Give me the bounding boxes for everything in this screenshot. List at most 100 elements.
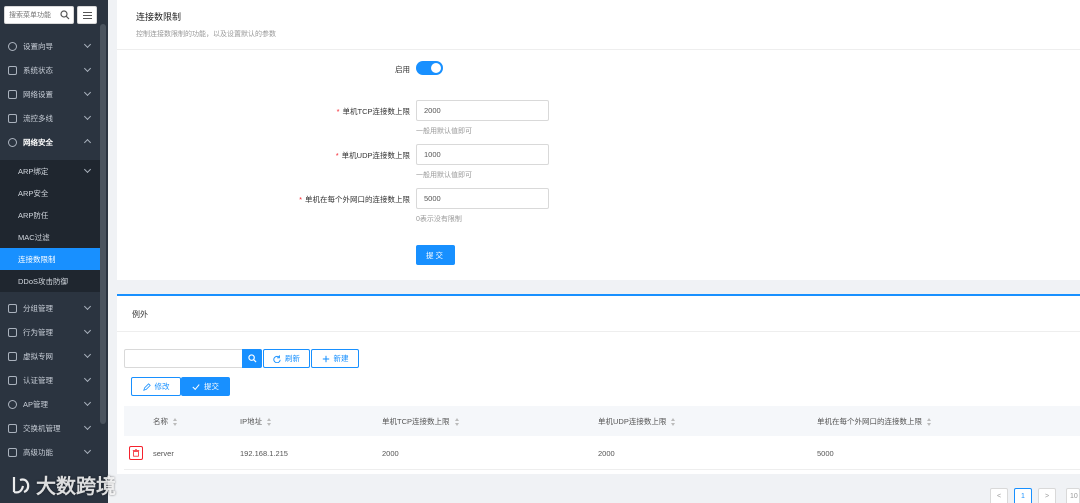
sort-icon[interactable] (267, 417, 272, 426)
sidebar-item-auth-management[interactable]: 认证管理 (0, 368, 100, 392)
enable-toggle[interactable] (416, 61, 443, 75)
table-row[interactable]: server 192.168.1.215 2000 2000 5000 (124, 438, 1080, 470)
sidebar-scrollbar[interactable] (100, 24, 106, 424)
sidebar-item-label: 虚拟专网 (23, 351, 53, 361)
edit-button[interactable]: 修改 (131, 377, 181, 396)
sidebar-item-label: 分组管理 (23, 303, 53, 313)
edit-label: 修改 (154, 382, 170, 391)
sort-icon[interactable] (173, 417, 177, 426)
column-header-label: 名称 (153, 417, 168, 426)
search-icon[interactable] (60, 10, 70, 20)
page-size-select[interactable]: 10 (1066, 488, 1080, 503)
wan-limit-label: * 单机在每个外网口的连接数上限 (150, 194, 410, 205)
sort-icon[interactable] (454, 417, 459, 426)
sidebar: 设置向导 系统状态 网络设置 流控多线 网络安全 ARP绑定 ARP安全 ARP… (0, 0, 108, 503)
wan-limit-input[interactable] (416, 188, 549, 209)
watermark-logo-icon (12, 476, 30, 493)
sidebar-item-vpn[interactable]: 虚拟专网 (0, 344, 100, 368)
sidebar-item-behavior-management[interactable]: 行为管理 (0, 320, 100, 344)
column-header-label: 单机在每个外网口的连接数上限 (817, 417, 922, 426)
chevron-down-icon (83, 326, 92, 335)
advanced-icon (8, 447, 17, 457)
search-button[interactable] (242, 349, 262, 368)
menu-toggle-button[interactable] (77, 6, 97, 24)
chevron-down-icon (83, 422, 92, 431)
udp-limit-hint: 一般用默认值即可 (416, 172, 472, 179)
menu-search-box[interactable] (4, 6, 74, 24)
exceptions-submit-label: 提交 (204, 382, 219, 391)
sidebar-item-setup-wizard[interactable]: 设置向导 (0, 34, 100, 58)
udp-limit-input[interactable] (416, 144, 549, 165)
exceptions-submit-button[interactable]: 提交 (181, 377, 230, 396)
column-header-wan[interactable]: 单机在每个外网口的连接数上限 (817, 416, 931, 427)
sort-icon[interactable] (927, 417, 931, 426)
page-1-button[interactable]: 1 (1014, 488, 1032, 503)
column-header-udp[interactable]: 单机UDP连接数上限 (598, 416, 676, 427)
udp-limit-label-text: 单机UDP连接数上限 (341, 151, 410, 160)
sidebar-item-ap-management[interactable]: AP管理 (0, 392, 100, 416)
new-label: 新建 (333, 354, 349, 363)
new-button[interactable]: 新建 (311, 349, 359, 368)
sidebar-subitem-arp-security[interactable]: ARP安全 (0, 182, 100, 204)
sidebar-item-network-settings[interactable]: 网络设置 (0, 82, 100, 106)
sidebar-subitem-arp-trust[interactable]: ARP防任 (0, 204, 100, 226)
chevron-down-icon (83, 398, 92, 407)
delete-button[interactable] (129, 446, 143, 460)
enable-label: 启用 (395, 65, 410, 74)
sidebar-item-flow-control[interactable]: 流控多线 (0, 106, 100, 130)
chevron-down-icon (83, 64, 92, 73)
sidebar-item-group-management[interactable]: 分组管理 (0, 296, 100, 320)
globe-icon (8, 137, 17, 147)
watermark-text: 大数跨境 (36, 476, 116, 498)
menu-search-input[interactable] (5, 7, 59, 23)
sidebar-item-label: 设置向导 (23, 41, 53, 51)
column-header-label: 单机UDP连接数上限 (598, 417, 667, 426)
sidebar-subitem-mac-filter[interactable]: MAC过滤 (0, 226, 100, 248)
divider (117, 331, 1080, 332)
sidebar-item-system-status[interactable]: 系统状态 (0, 58, 100, 82)
sidebar-subitem-ddos-defense[interactable]: DDoS攻击防御 (0, 270, 100, 292)
sidebar-subitem-label: MAC过滤 (18, 232, 50, 242)
tcp-limit-input[interactable] (416, 100, 549, 121)
prev-page-button[interactable]: < (990, 488, 1008, 503)
switch-icon (8, 423, 17, 433)
sidebar-subitem-connection-limit[interactable]: 连接数限制 (0, 248, 100, 270)
sidebar-subitem-arp-binding[interactable]: ARP绑定 (0, 160, 100, 182)
sidebar-item-label: AP管理 (23, 399, 49, 409)
exceptions-panel: 例外 刷新 新建 修改 提交 名称 IP地址 单机TCP连接数上限 单机UDP连… (117, 294, 1080, 474)
chevron-down-icon (83, 374, 92, 383)
submit-button[interactable]: 提交 (416, 245, 455, 265)
flow-icon (8, 113, 17, 123)
exceptions-search-input[interactable] (124, 349, 243, 368)
sort-icon[interactable] (671, 417, 676, 426)
required-mark: * (336, 107, 340, 116)
compass-icon (8, 41, 17, 51)
trash-icon (132, 449, 140, 457)
connection-limit-panel: 连接数限制 控制连接数限制的功能，以及设置默认的参数 启用 * 单机TCP连接数上… (117, 0, 1080, 280)
sidebar-subitem-label: ARP防任 (18, 210, 49, 220)
wan-limit-hint: 0表示没有限制 (416, 216, 462, 223)
refresh-button[interactable]: 刷新 (263, 349, 310, 368)
hamburger-icon (82, 14, 92, 16)
column-header-name[interactable]: 名称 (153, 416, 177, 427)
column-header-tcp[interactable]: 单机TCP连接数上限 (382, 416, 459, 427)
cell-ip: 192.168.1.215 (240, 449, 288, 458)
sidebar-subitem-label: DDoS攻击防御 (18, 276, 69, 286)
sidebar-subitem-label: 连接数限制 (18, 254, 56, 264)
next-page-button[interactable]: > (1038, 488, 1056, 503)
tcp-limit-label-text: 单机TCP连接数上限 (342, 107, 411, 116)
sidebar-item-network-security[interactable]: 网络安全 (0, 130, 100, 154)
page-title: 连接数限制 (136, 12, 182, 22)
sidebar-item-label: 交换机管理 (23, 423, 61, 433)
sidebar-item-label: 网络设置 (23, 89, 53, 99)
vpn-icon (8, 351, 17, 361)
sidebar-subitem-label: ARP安全 (18, 188, 49, 198)
column-header-ip[interactable]: IP地址 (240, 416, 272, 427)
required-mark: * (335, 151, 339, 160)
tcp-limit-label: * 单机TCP连接数上限 (150, 106, 410, 117)
sidebar-item-advanced[interactable]: 高级功能 (0, 440, 100, 464)
chevron-down-icon (83, 302, 92, 311)
udp-limit-label: * 单机UDP连接数上限 (150, 150, 410, 161)
chevron-down-icon (83, 112, 92, 121)
sidebar-item-switch-management[interactable]: 交换机管理 (0, 416, 100, 440)
